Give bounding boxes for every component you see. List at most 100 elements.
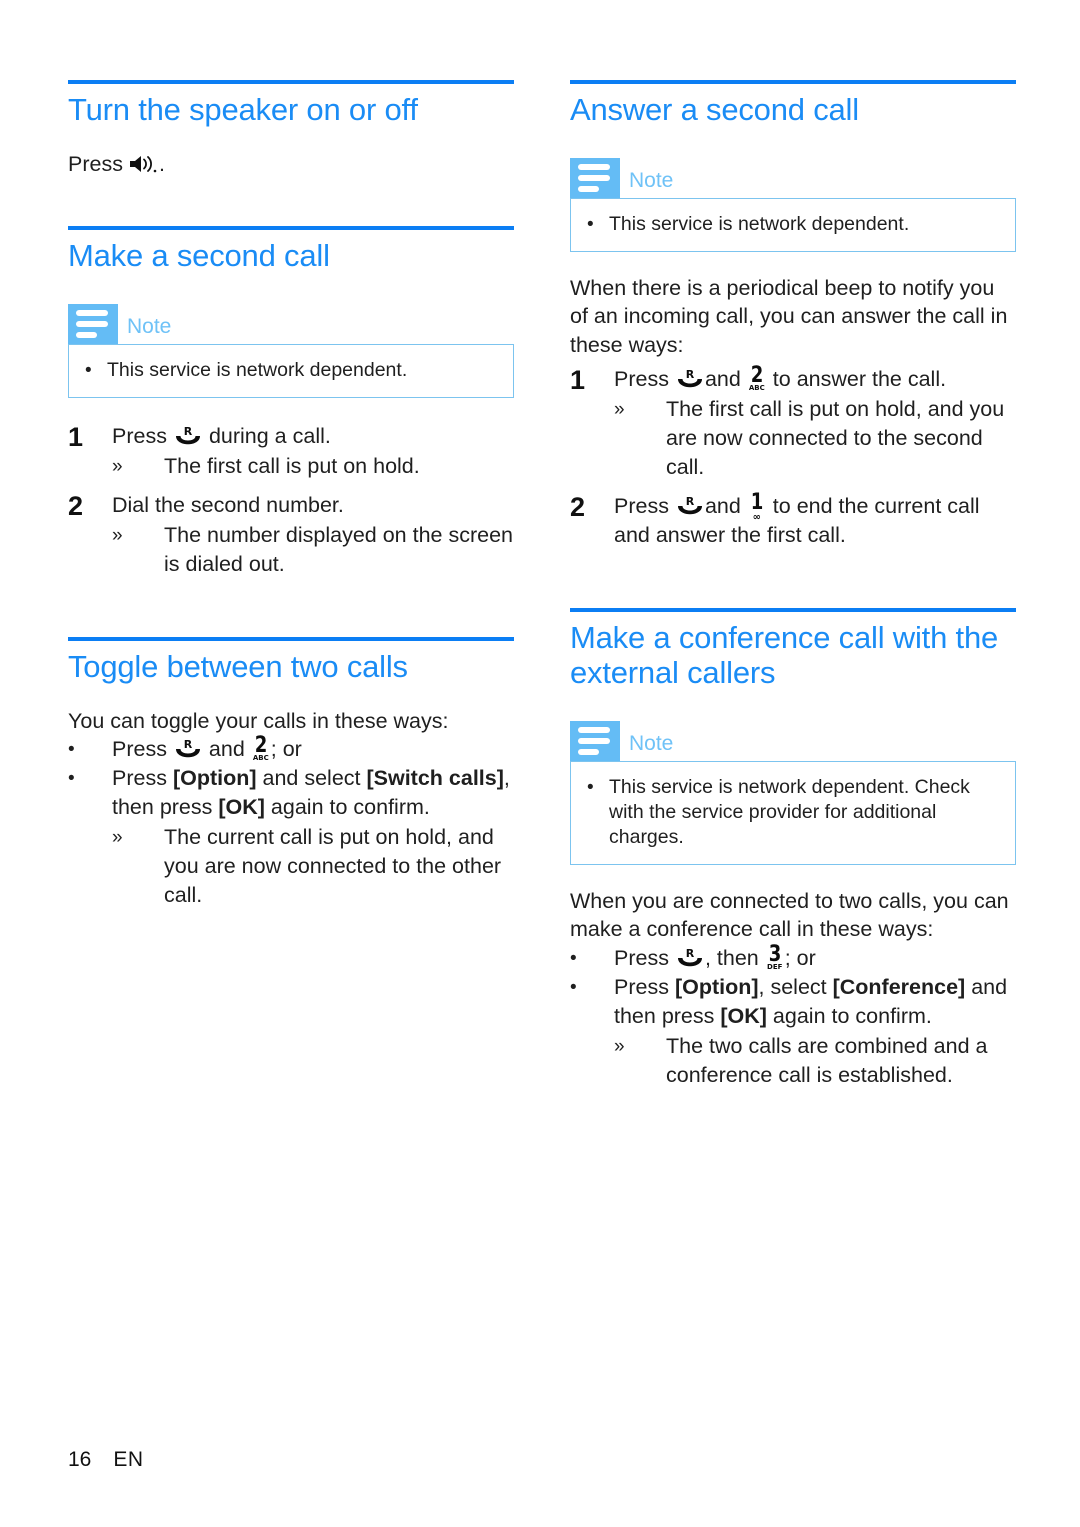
section-title-turn-speaker: Turn the speaker on or off	[68, 92, 418, 127]
note-label: Note	[629, 731, 674, 755]
note-list-item: • This service is network dependent. Che…	[587, 775, 999, 850]
step-result-text: The first call is put on hold.	[164, 453, 420, 478]
bullet-marker: •	[85, 359, 92, 381]
page-number: 16	[68, 1448, 92, 1471]
speaker-icon	[129, 154, 159, 174]
answer-intro-text: When there is a periodical beep to notif…	[570, 275, 1008, 357]
step-text-before: Press	[112, 423, 167, 448]
key-letters: ABC	[748, 384, 765, 393]
section-rule	[570, 608, 1016, 613]
conference-result-text: The two calls are combined and a confere…	[666, 1033, 988, 1087]
menu-option-conference: [Conference]	[832, 974, 966, 999]
list-item-text: Press R , then 3 DEF ; or	[614, 943, 1016, 973]
bullet-marker: •	[587, 213, 594, 235]
note-callout: Note • This service is network dependent…	[68, 303, 514, 398]
step-text: Press R and 1 ∞ to end the current call …	[614, 492, 1016, 550]
key-letters: ∞	[752, 512, 761, 524]
step-result: » The first call is put on hold, and you…	[614, 395, 1016, 482]
step-item: 1 Press R and 2 ABC to answer the call. …	[570, 365, 1016, 482]
result-arrow-marker: »	[112, 455, 123, 477]
result-arrow-marker: »	[614, 399, 625, 421]
text-segment: again to confirm.	[264, 795, 430, 820]
list-item-text: Press R and 2 ABC ; or	[112, 735, 514, 764]
note-lines-icon	[570, 157, 620, 198]
menu-option-ok: [OK]	[720, 1003, 767, 1028]
or-label: ; or	[784, 945, 816, 970]
step-text: Press R and 2 ABC to answer the call.	[614, 365, 1016, 394]
note-label: Note	[127, 314, 172, 338]
section-title-answer-second-call: Answer a second call	[570, 92, 859, 127]
step-item: 2 Dial the second number. » The number d…	[68, 491, 514, 579]
step-number: 1	[570, 365, 586, 396]
or-label: ; or	[270, 737, 302, 762]
note-list-item: • This service is network dependent.	[587, 212, 999, 237]
note-item-text: This service is network dependent.	[107, 358, 408, 381]
bullet-marker: •	[570, 947, 577, 969]
section-turn-speaker: Turn the speaker on or off Press .	[68, 80, 514, 178]
page-footer: 16 EN	[68, 1448, 144, 1472]
step-number: 1	[68, 421, 84, 452]
svg-text:R: R	[184, 738, 193, 751]
section-make-second-call: Make a second call Note • This service i…	[68, 226, 514, 579]
section-rule	[68, 226, 514, 231]
step-body: Press R and 2 ABC to answer the call. » …	[614, 365, 1016, 482]
then-label: , then	[704, 945, 759, 970]
press-label: Press	[112, 737, 167, 762]
list-item-text: Press [Option], select [Conference] and …	[614, 973, 1016, 1031]
svg-text:R: R	[686, 947, 695, 960]
right-column: Answer a second call Note • This service…	[570, 80, 1016, 1090]
section-rule	[68, 636, 514, 641]
key-letters: DEF	[767, 962, 783, 971]
section-rule	[570, 80, 1016, 84]
steps-list: 1 Press R and 2 ABC to answer the call. …	[570, 365, 1016, 550]
step-text-after: to answer the call.	[772, 367, 947, 392]
list-item: • Press [Option], select [Conference] an…	[570, 973, 1016, 1031]
menu-option-ok: [OK]	[218, 795, 265, 820]
step-body: Press R and 1 ∞ to end the current call …	[614, 492, 1016, 550]
recall-key-icon: R	[675, 367, 705, 391]
note-list-item: • This service is network dependent.	[85, 358, 497, 383]
step-result-text: The first call is put on hold, and you a…	[666, 397, 1005, 480]
press-label: Press	[614, 945, 669, 970]
bullet-marker: •	[68, 739, 75, 761]
bullet-marker: •	[570, 976, 577, 998]
key-letters: ABC	[252, 754, 269, 763]
list-item: • Press R and 2 ABC ; or	[68, 735, 514, 764]
step-text-after: during a call.	[208, 423, 331, 448]
key-digit: 1	[750, 490, 764, 516]
press-period: .	[158, 151, 165, 176]
section-make-conference-call: Make a conference call with the external…	[570, 608, 1016, 1089]
recall-key-icon: R	[675, 946, 705, 970]
step-body: Dial the second number. » The number dis…	[112, 491, 514, 579]
result-arrow-marker: »	[112, 827, 123, 849]
conference-intro-text: When you are connected to two calls, you…	[570, 888, 1009, 942]
section-rule	[68, 80, 514, 84]
text-segment: Press	[112, 766, 173, 791]
list-item: • Press R , then 3 DEF ; or	[570, 943, 1016, 973]
section-answer-second-call: Answer a second call Note • This service…	[570, 80, 1016, 550]
recall-key-icon: R	[675, 494, 705, 518]
step-item: 2 Press R and 1 ∞ to end the current cal…	[570, 492, 1016, 550]
toggle-intro-text: You can toggle your calls in these ways:	[68, 708, 449, 733]
speaker-press-instruction: Press .	[68, 150, 514, 179]
key-1-icon: 1 ∞	[747, 490, 767, 524]
step-number: 2	[570, 492, 586, 523]
note-body: • This service is network dependent.	[570, 197, 1016, 252]
note-lines-icon	[570, 720, 620, 761]
note-body: • This service is network dependent. Che…	[570, 760, 1016, 865]
note-lines-icon	[68, 303, 118, 344]
language-code: EN	[113, 1448, 144, 1471]
press-label: Press	[614, 367, 669, 392]
note-callout: Note • This service is network dependent…	[570, 157, 1016, 252]
result-arrow-marker: »	[614, 1035, 625, 1057]
list-item: • Press [Option] and select [Switch call…	[68, 764, 514, 822]
note-item-text: This service is network dependent.	[609, 212, 910, 235]
svg-text:R: R	[184, 425, 193, 438]
and-label: and	[704, 367, 741, 392]
section-title-conference: Make a conference call with the external…	[570, 620, 999, 690]
bullet-marker: •	[68, 768, 75, 790]
two-column-layout: Turn the speaker on or off Press . Make …	[68, 80, 1016, 1090]
